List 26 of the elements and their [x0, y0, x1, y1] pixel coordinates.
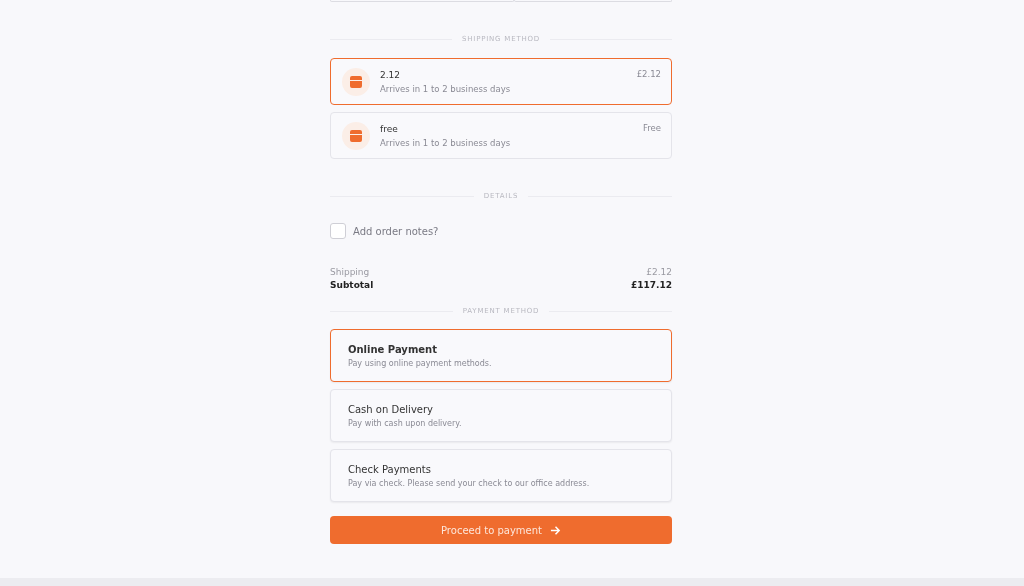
package-icon: [342, 67, 370, 96]
payment-name: Cash on Delivery: [348, 403, 434, 415]
shipping-description: Arrives in 1 to 2 business days: [380, 83, 512, 94]
total-label: Subtotal: [330, 280, 374, 290]
payment-name: Online Payment: [348, 343, 438, 355]
total-label: Shipping: [330, 267, 370, 277]
shipping-price: £2.12: [636, 69, 661, 79]
payment-description: Pay via check. Please send your check to our office address.: [348, 478, 591, 488]
total-value: £2.12: [646, 267, 672, 277]
shipping-price: Free: [642, 123, 661, 133]
checkbox-label: Add order notes?: [353, 225, 439, 237]
arrow-right-icon: [550, 524, 561, 536]
payment-option[interactable]: Check Payments Pay via check. Please send your check to our office address.: [330, 449, 672, 502]
payment-option[interactable]: Online Payment Pay using online payment methods.: [330, 329, 672, 382]
shipping-description: Arrives in 1 to 2 business days: [380, 137, 512, 148]
shipping-name: 2.12: [380, 69, 402, 80]
checkbox[interactable]: [330, 223, 346, 239]
total-value: £117.12: [631, 280, 672, 290]
shipping-option[interactable]: 2.12 Arrives in 1 to 2 business days £2.12: [330, 58, 672, 105]
package-icon: [342, 121, 370, 150]
shipping-option[interactable]: free Arrives in 1 to 2 business days Free: [330, 112, 672, 159]
payment-description: Pay with cash upon delivery.: [348, 418, 463, 428]
payment-name: Check Payments: [348, 463, 432, 475]
payment-description: Pay using online payment methods.: [348, 358, 493, 368]
shipping-name: free: [380, 123, 399, 134]
payment-option[interactable]: Cash on Delivery Pay with cash upon delivery.: [330, 389, 672, 442]
